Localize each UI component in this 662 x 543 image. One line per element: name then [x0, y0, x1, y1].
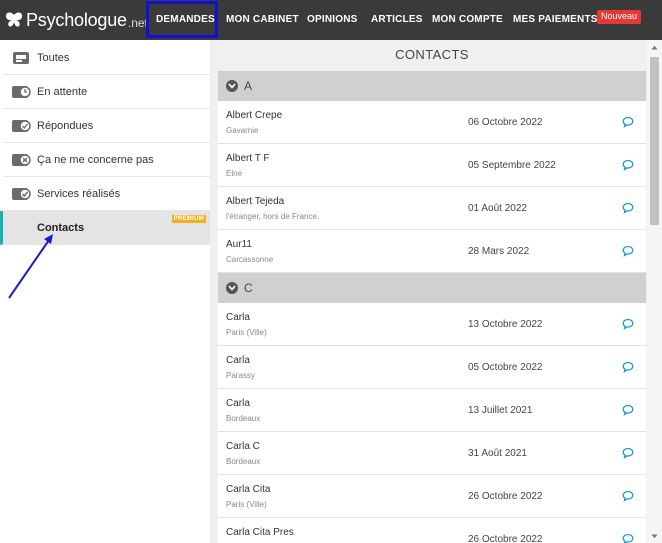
contact-name: Carla [226, 312, 250, 323]
contact-name: Carla Cita [226, 484, 271, 495]
rejected-icon [11, 151, 31, 169]
contacts-panel: CONTACTS A Albert Crepe Gavarnie 06 Octo… [210, 40, 662, 543]
table-row[interactable]: Carla Paris (Ville) 13 Octobre 2022 [218, 303, 646, 346]
message-icon[interactable] [622, 159, 634, 171]
message-icon[interactable] [622, 361, 634, 373]
chevron-down-icon [226, 80, 238, 92]
contact-name: Albert Crepe [226, 110, 283, 121]
contact-date: 26 Octobre 2022 [468, 491, 543, 502]
replied-icon [11, 117, 31, 135]
contact-date: 28 Mars 2022 [468, 246, 530, 257]
sidebar-item-ca-ne-me-concerne-pas[interactable]: Ça ne me concerne pas [3, 143, 210, 177]
contact-date: 06 Octobre 2022 [468, 117, 543, 128]
contact-location: Bordeaux [226, 414, 261, 423]
contact-location: Carcassonne [226, 255, 274, 264]
group-letter: A [244, 79, 253, 93]
contact-location: Paris (Ville) [226, 500, 267, 509]
logo-suffix: .net [127, 15, 148, 30]
contact-location: Bordeaux [226, 457, 261, 466]
sidebar-item-label: Ça ne me concerne pas [37, 153, 154, 166]
sidebar-item-label: Services réalisés [37, 187, 121, 200]
contacts-list: A Albert Crepe Gavarnie 06 Octobre 2022 … [218, 71, 646, 543]
sidebar-item-label: Toutes [37, 51, 70, 64]
nav-demandes[interactable]: DEMANDES [156, 0, 215, 40]
top-navigation-bar: Psychologue .net DEMANDES MON CABINET OP… [0, 0, 662, 40]
table-row[interactable]: Carla Bordeaux 13 Juillet 2021 [218, 389, 646, 432]
contact-date: 05 Septembre 2022 [468, 160, 556, 171]
contact-name: Aur11 [226, 239, 252, 250]
message-icon[interactable] [622, 447, 634, 459]
message-icon[interactable] [622, 533, 634, 543]
scrollbar-thumb[interactable] [650, 57, 659, 225]
contact-date: 05 Octobre 2022 [468, 362, 543, 373]
table-row[interactable]: Albert T F Elne 05 Septembre 2022 [218, 144, 646, 187]
sidebar-item-label: Répondues [37, 119, 94, 132]
contact-name: Carla Cita Pres [226, 527, 294, 538]
table-row[interactable]: Aur11 Carcassonne 28 Mars 2022 [218, 230, 646, 273]
logo-name: Psychologue [26, 9, 127, 30]
table-row[interactable]: Albert Tejeda l'étranger, hors de France… [218, 187, 646, 230]
contact-location: Elne [226, 169, 243, 178]
table-row[interactable]: Carla Cita Pres 26 Octobre 2022 [218, 518, 646, 543]
nav-mon-compte[interactable]: MON COMPTE [432, 0, 503, 40]
message-icon[interactable] [622, 116, 634, 128]
group-letter: C [244, 281, 253, 295]
contact-date: 31 Août 2021 [468, 448, 527, 459]
scroll-down-icon[interactable] [647, 529, 662, 543]
contact-location: Parassy [226, 371, 255, 380]
sidebar-item-repondues[interactable]: Répondues [3, 109, 210, 143]
nav-mes-paiements[interactable]: MES PAIEMENTS [513, 0, 598, 40]
scrollbar[interactable] [647, 40, 662, 543]
message-icon[interactable] [622, 202, 634, 214]
message-icon[interactable] [622, 404, 634, 416]
table-row[interactable]: Albert Crepe Gavarnie 06 Octobre 2022 [218, 101, 646, 144]
contact-location: Paris (Ville) [226, 328, 267, 337]
table-row[interactable]: Carla Parassy 05 Octobre 2022 [218, 346, 646, 389]
contact-name: Carla [226, 355, 250, 366]
butterfly-logo-icon [5, 12, 23, 27]
message-icon[interactable] [622, 318, 634, 330]
sidebar-item-label: En attente [37, 85, 88, 98]
table-row[interactable]: Carla C Bordeaux 31 Août 2021 [218, 432, 646, 475]
contact-location: Gavarnie [226, 126, 259, 135]
group-header-a[interactable]: A [218, 71, 646, 101]
message-icon[interactable] [622, 245, 634, 257]
contact-location: l'étranger, hors de France. [226, 212, 320, 221]
premium-badge: PREMIUM [171, 215, 206, 223]
nav-opinions[interactable]: OPINIONS [307, 0, 358, 40]
sidebar-item-toutes[interactable]: Toutes [3, 41, 210, 75]
chevron-down-icon [226, 282, 238, 294]
contact-name: Carla C [226, 441, 260, 452]
nav-articles[interactable]: ARTICLES [371, 0, 423, 40]
group-header-c[interactable]: C [218, 273, 646, 303]
contact-date: 01 Août 2022 [468, 203, 527, 214]
table-row[interactable]: Carla Cita Paris (Ville) 26 Octobre 2022 [218, 475, 646, 518]
page-title: CONTACTS [395, 47, 469, 62]
contact-date: 13 Octobre 2022 [468, 319, 543, 330]
contact-date: 26 Octobre 2022 [468, 534, 543, 543]
scroll-up-icon[interactable] [647, 40, 662, 54]
sidebar-item-services-realises[interactable]: Services réalisés [3, 177, 210, 211]
pending-icon [11, 83, 31, 101]
nav-mon-cabinet[interactable]: MON CABINET [226, 0, 299, 40]
message-icon[interactable] [622, 490, 634, 502]
annotation-arrow-icon [8, 234, 53, 299]
inbox-icon [11, 49, 31, 67]
contact-date: 13 Juillet 2021 [468, 405, 533, 416]
contact-name: Albert T F [226, 153, 270, 164]
sidebar-item-en-attente[interactable]: En attente [3, 75, 210, 109]
contact-name: Carla [226, 398, 250, 409]
new-badge: Nouveau [597, 10, 642, 24]
done-icon [11, 185, 31, 203]
site-logo[interactable]: Psychologue .net [4, 9, 148, 31]
contact-name: Albert Tejeda [226, 196, 285, 207]
